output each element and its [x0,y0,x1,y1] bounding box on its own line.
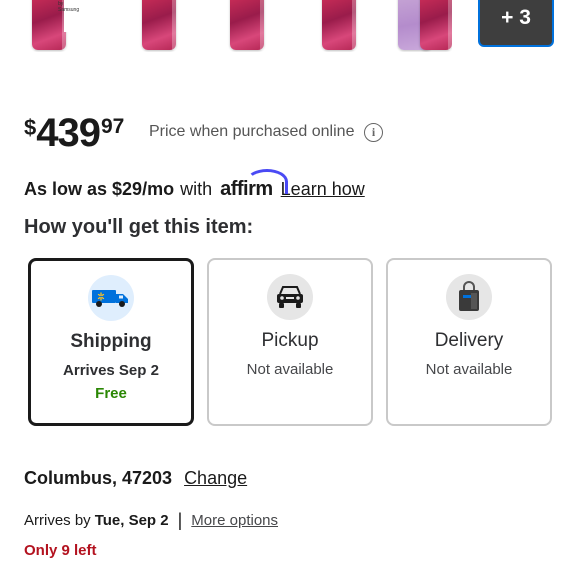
shipping-free-label: Free [95,385,127,402]
truck-icon [88,275,134,321]
shipping-label: Shipping [70,331,152,352]
price-currency: $ [24,115,37,140]
pickup-option-card[interactable]: Pickup Not available [207,258,373,426]
thumbnail-box-text: by Samsung [58,1,80,13]
location-text: Columbus, 47203 [24,468,173,488]
affirm-logo: affirm [220,169,289,201]
learn-how-link[interactable]: Learn how [281,179,365,200]
affirm-with-text: with [180,179,213,199]
image-thumbnail-strip: by Samsung + 3 [0,0,580,54]
delivery-option-card[interactable]: Delivery Not available [386,258,552,426]
thumbnail-5[interactable] [396,0,452,52]
arrival-date: Tue, Sep 2 [94,512,169,529]
thumbnail-4[interactable] [316,0,372,52]
car-icon [267,274,313,320]
delivery-location: Columbus, 47203 Change [24,468,247,489]
bag-icon [446,274,492,320]
stock-warning: Only 9 left [24,542,97,559]
arrives-by-label: Arrives by [24,512,91,529]
more-options-link[interactable]: More options [191,512,278,529]
pickup-label: Pickup [261,330,319,351]
thumbnail-3[interactable] [226,0,282,52]
thumbnail-1[interactable]: by Samsung [26,0,82,52]
price-cents: 97 [101,115,125,138]
pickup-status: Not available [246,361,334,378]
shipping-status: Arrives Sep 2 [63,362,159,379]
separator: | [177,510,183,530]
price-note: Price when purchased online [149,123,355,140]
fulfillment-title: How you'll get this item: [24,216,254,238]
product-price: $ 439 97 [24,112,124,154]
affirm-financing: As low as $29/mo with affirm Learn how [24,169,365,201]
info-icon[interactable]: i [364,123,383,142]
delivery-status: Not available [425,361,513,378]
affirm-monthly-price: As low as $29/mo [24,179,175,199]
more-images-thumbnail[interactable]: + 3 [478,0,554,47]
arrival-info: Arrives by Tue, Sep 2 | More options [24,510,278,531]
more-images-count: + 3 [501,5,531,29]
thumbnail-2[interactable] [136,0,192,52]
shipping-option-card[interactable]: Shipping Arrives Sep 2 Free [28,258,194,426]
delivery-label: Delivery [434,330,504,351]
price-whole: 439 [36,111,101,155]
change-location-link[interactable]: Change [184,468,247,489]
